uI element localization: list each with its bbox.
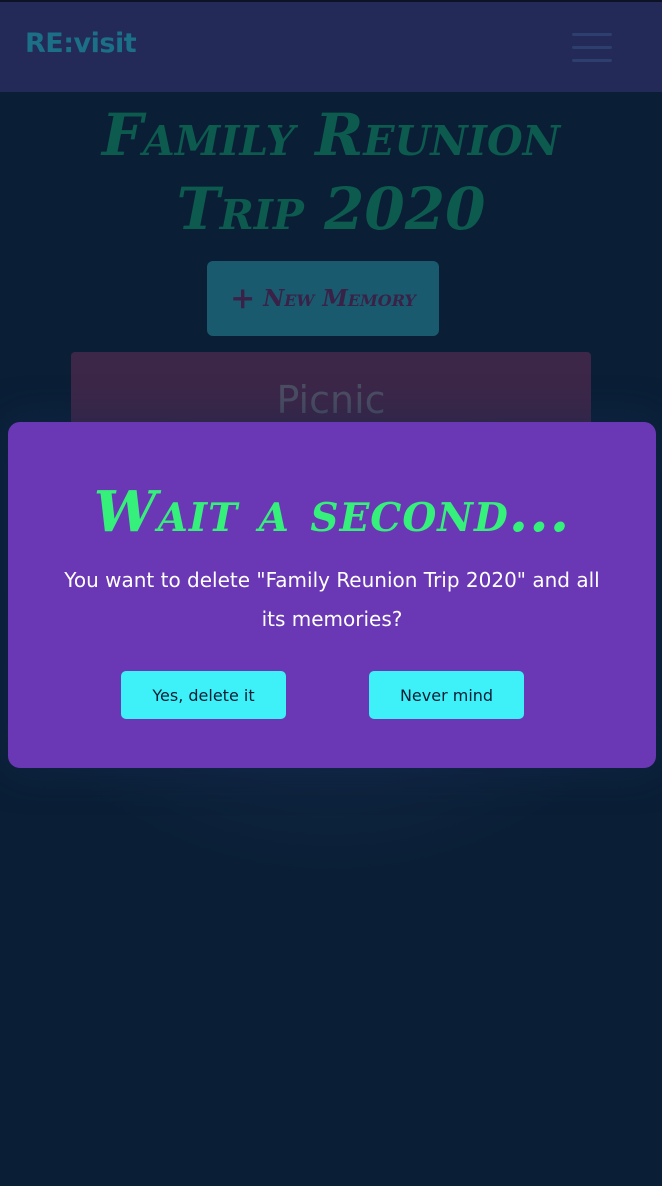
modal-message: You want to delete "Family Reunion Trip … [64, 568, 600, 631]
confirm-delete-button[interactable]: Yes, delete it [121, 671, 286, 719]
menu-bar-middle [572, 46, 612, 49]
memory-title: Picnic [276, 378, 386, 422]
trip-title: Family Reunion Trip 2020 [101, 101, 561, 243]
menu-bar-top [572, 33, 612, 36]
new-memory-button[interactable]: + New Memory [207, 261, 439, 336]
modal-heading: Wait a second... [93, 479, 571, 545]
hamburger-menu-icon[interactable] [566, 28, 618, 68]
cancel-button[interactable]: Never mind [369, 671, 524, 719]
delete-confirmation-modal: Wait a second... You want to delete "Fam… [8, 422, 656, 768]
new-memory-label: New Memory [263, 285, 416, 312]
plus-icon: + [230, 280, 256, 316]
brand-logo[interactable]: RE:visit [25, 28, 137, 59]
menu-bar-bottom [572, 59, 612, 62]
navbar: RE:visit [0, 0, 662, 92]
